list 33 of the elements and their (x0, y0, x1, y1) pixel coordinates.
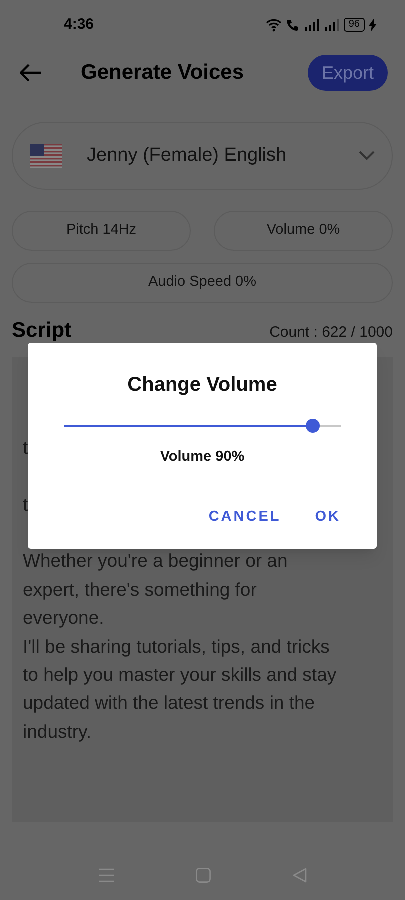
script-line: t (23, 494, 28, 515)
charging-icon (369, 18, 377, 32)
signal-icon (304, 19, 320, 31)
character-count: Count : 622 / 1000 (270, 323, 393, 343)
script-line: industry. (23, 720, 92, 742)
status-time: 4:36 (64, 14, 94, 35)
script-line: Whether you're a beginner or an (23, 550, 288, 572)
chevron-down-icon (359, 151, 375, 161)
script-line: expert, there's something for (23, 578, 257, 600)
script-line: I'll be sharing tutorials, tips, and tricks (23, 636, 330, 657)
flag-icon (30, 144, 62, 168)
voice-select[interactable]: Jenny (Female) English (12, 122, 393, 190)
volume-slider[interactable] (64, 419, 341, 433)
script-line: to help you master your skills and stay (23, 664, 337, 685)
back-arrow-icon[interactable] (20, 64, 42, 82)
voice-name: Jenny (Female) English (87, 144, 287, 168)
script-line: t (23, 436, 28, 458)
script-line: updated with the latest trends in the (23, 692, 316, 714)
script-line: everyone. (23, 607, 104, 628)
setting-chip[interactable]: Volume 0% (214, 211, 393, 251)
script-heading: Script (12, 319, 72, 343)
call-icon (286, 18, 300, 32)
dialog-button[interactable]: OK (315, 507, 341, 529)
battery-level: 96 (344, 18, 365, 32)
page-title: Generate Voices (81, 60, 244, 86)
dialog-button[interactable]: CANCEL (208, 507, 282, 529)
export-button[interactable]: Export (308, 55, 388, 91)
volume-reading: Volume 90% (160, 448, 245, 467)
signal-icon (324, 19, 340, 31)
setting-chip[interactable]: Pitch 14Hz (12, 211, 191, 251)
wifi-icon (266, 18, 282, 32)
dialog-title: Change Volume (128, 373, 278, 398)
setting-chip[interactable]: Audio Speed 0% (12, 263, 393, 303)
